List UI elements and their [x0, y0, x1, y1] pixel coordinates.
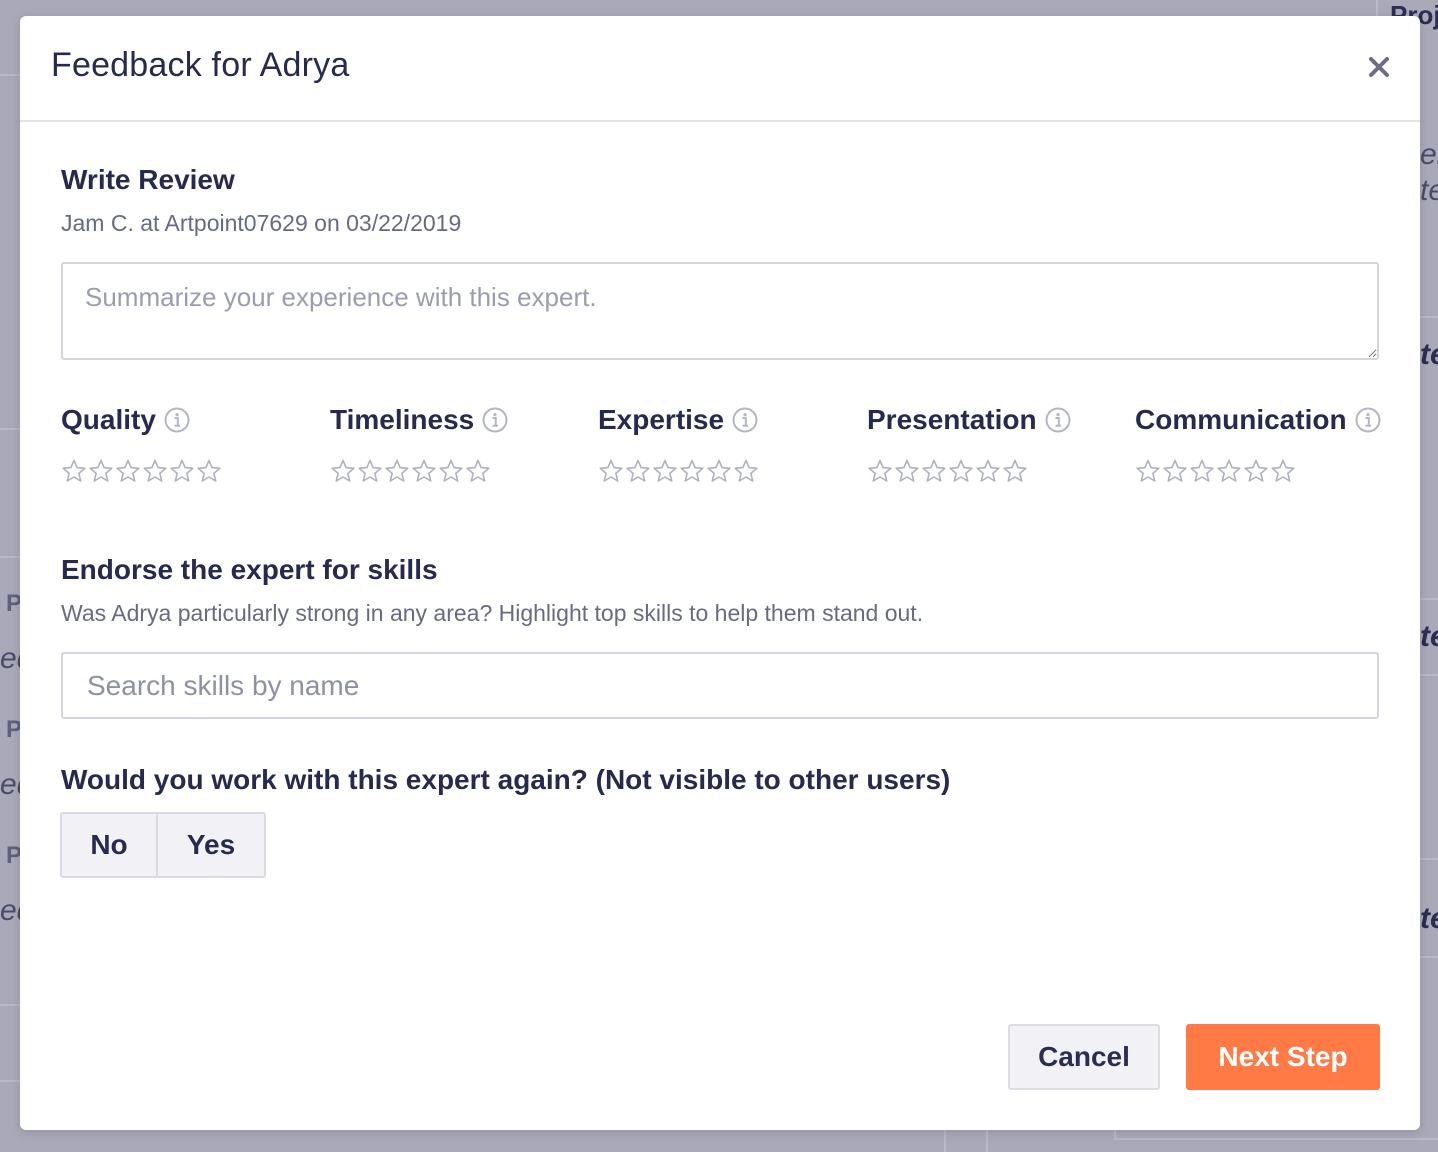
- star-icon[interactable]: [1162, 458, 1188, 484]
- info-icon[interactable]: [1045, 407, 1071, 433]
- background-divider: [1420, 674, 1438, 676]
- background-text: te: [1420, 902, 1438, 935]
- star-icon[interactable]: [465, 458, 491, 484]
- rating-label-row: Quality: [61, 404, 222, 436]
- star-icon[interactable]: [948, 458, 974, 484]
- feedback-modal: Feedback for Adrya Write Review Jam C. a…: [20, 16, 1420, 1130]
- rating-label-row: Timeliness: [330, 404, 508, 436]
- skills-search-input[interactable]: [61, 652, 1379, 719]
- star-rating: [61, 458, 222, 484]
- star-icon[interactable]: [88, 458, 114, 484]
- star-rating: [1135, 458, 1381, 484]
- rating-label: Expertise: [598, 404, 725, 435]
- background-text: P: [6, 716, 20, 743]
- modal-title: Feedback for Adrya: [51, 46, 350, 84]
- info-icon[interactable]: [732, 407, 758, 433]
- star-icon[interactable]: [438, 458, 464, 484]
- background-text: P: [6, 590, 20, 617]
- rating-timeliness: Timeliness: [330, 404, 508, 484]
- star-icon[interactable]: [384, 458, 410, 484]
- background-divider: [1420, 316, 1438, 318]
- work-again-toggle: No Yes: [60, 812, 266, 878]
- endorse-heading: Endorse the expert for skills: [61, 554, 438, 585]
- endorse-description: Was Adrya particularly strong in any are…: [61, 600, 924, 626]
- background-divider: [0, 428, 20, 430]
- star-icon[interactable]: [975, 458, 1001, 484]
- background-text: te: [1420, 620, 1438, 653]
- close-button[interactable]: [1364, 52, 1394, 82]
- background-divider: [1114, 1138, 1438, 1140]
- star-icon[interactable]: [1216, 458, 1242, 484]
- rating-label-row: Communication: [1135, 404, 1381, 436]
- star-icon[interactable]: [894, 458, 920, 484]
- background-divider: [1420, 598, 1438, 600]
- star-icon[interactable]: [61, 458, 87, 484]
- rating-label: Quality: [61, 404, 156, 435]
- background-text: P: [6, 842, 20, 869]
- next-step-button[interactable]: Next Step: [1186, 1024, 1380, 1090]
- rating-label: Communication: [1135, 404, 1347, 435]
- star-icon[interactable]: [652, 458, 678, 484]
- background-divider: [1420, 858, 1438, 860]
- rating-label: Presentation: [867, 404, 1037, 435]
- background-text: te: [1420, 174, 1438, 207]
- star-icon[interactable]: [733, 458, 759, 484]
- star-icon[interactable]: [867, 458, 893, 484]
- star-icon[interactable]: [142, 458, 168, 484]
- background-text: te: [1420, 338, 1438, 371]
- star-icon[interactable]: [1135, 458, 1161, 484]
- write-review-heading: Write Review: [61, 164, 235, 195]
- star-rating: [330, 458, 508, 484]
- review-textarea[interactable]: [61, 262, 1379, 360]
- rating-label-row: Presentation: [867, 404, 1071, 436]
- background-divider: [0, 556, 20, 558]
- modal-header: Feedback for Adrya: [20, 16, 1420, 122]
- info-icon[interactable]: [164, 407, 190, 433]
- background-divider: [1420, 956, 1438, 958]
- star-icon[interactable]: [1270, 458, 1296, 484]
- work-again-question: Would you work with this expert again? (…: [61, 764, 951, 795]
- cancel-button[interactable]: Cancel: [1008, 1024, 1160, 1090]
- rating-expertise: Expertise: [598, 404, 759, 484]
- star-rating: [598, 458, 759, 484]
- star-icon[interactable]: [1189, 458, 1215, 484]
- review-meta: Jam C. at Artpoint07629 on 03/22/2019: [61, 210, 462, 236]
- rating-label: Timeliness: [330, 404, 475, 435]
- background-text: ed: [0, 642, 20, 675]
- no-button[interactable]: No: [62, 814, 158, 876]
- background-divider: [0, 1004, 20, 1006]
- yes-button[interactable]: Yes: [158, 814, 264, 876]
- star-icon[interactable]: [330, 458, 356, 484]
- star-icon[interactable]: [1002, 458, 1028, 484]
- star-icon[interactable]: [679, 458, 705, 484]
- star-icon[interactable]: [625, 458, 651, 484]
- star-icon[interactable]: [706, 458, 732, 484]
- close-icon: [1369, 57, 1389, 77]
- star-icon[interactable]: [1243, 458, 1269, 484]
- star-icon[interactable]: [921, 458, 947, 484]
- star-icon[interactable]: [115, 458, 141, 484]
- background-divider: [0, 1080, 20, 1082]
- info-icon[interactable]: [482, 407, 508, 433]
- rating-label-row: Expertise: [598, 404, 759, 436]
- star-icon[interactable]: [357, 458, 383, 484]
- info-icon[interactable]: [1355, 407, 1381, 433]
- rating-quality: Quality: [61, 404, 222, 484]
- background-divider: [986, 1130, 988, 1152]
- background-divider: [1376, 0, 1378, 16]
- star-rating: [867, 458, 1071, 484]
- star-icon[interactable]: [411, 458, 437, 484]
- background-divider: [0, 74, 20, 76]
- background-text: er: [1420, 138, 1438, 171]
- background-text: ed: [0, 894, 20, 927]
- background-divider: [944, 1130, 946, 1152]
- star-icon[interactable]: [169, 458, 195, 484]
- star-icon[interactable]: [598, 458, 624, 484]
- rating-presentation: Presentation: [867, 404, 1071, 484]
- star-icon[interactable]: [196, 458, 222, 484]
- rating-communication: Communication: [1135, 404, 1381, 484]
- background-text: ed: [0, 768, 20, 801]
